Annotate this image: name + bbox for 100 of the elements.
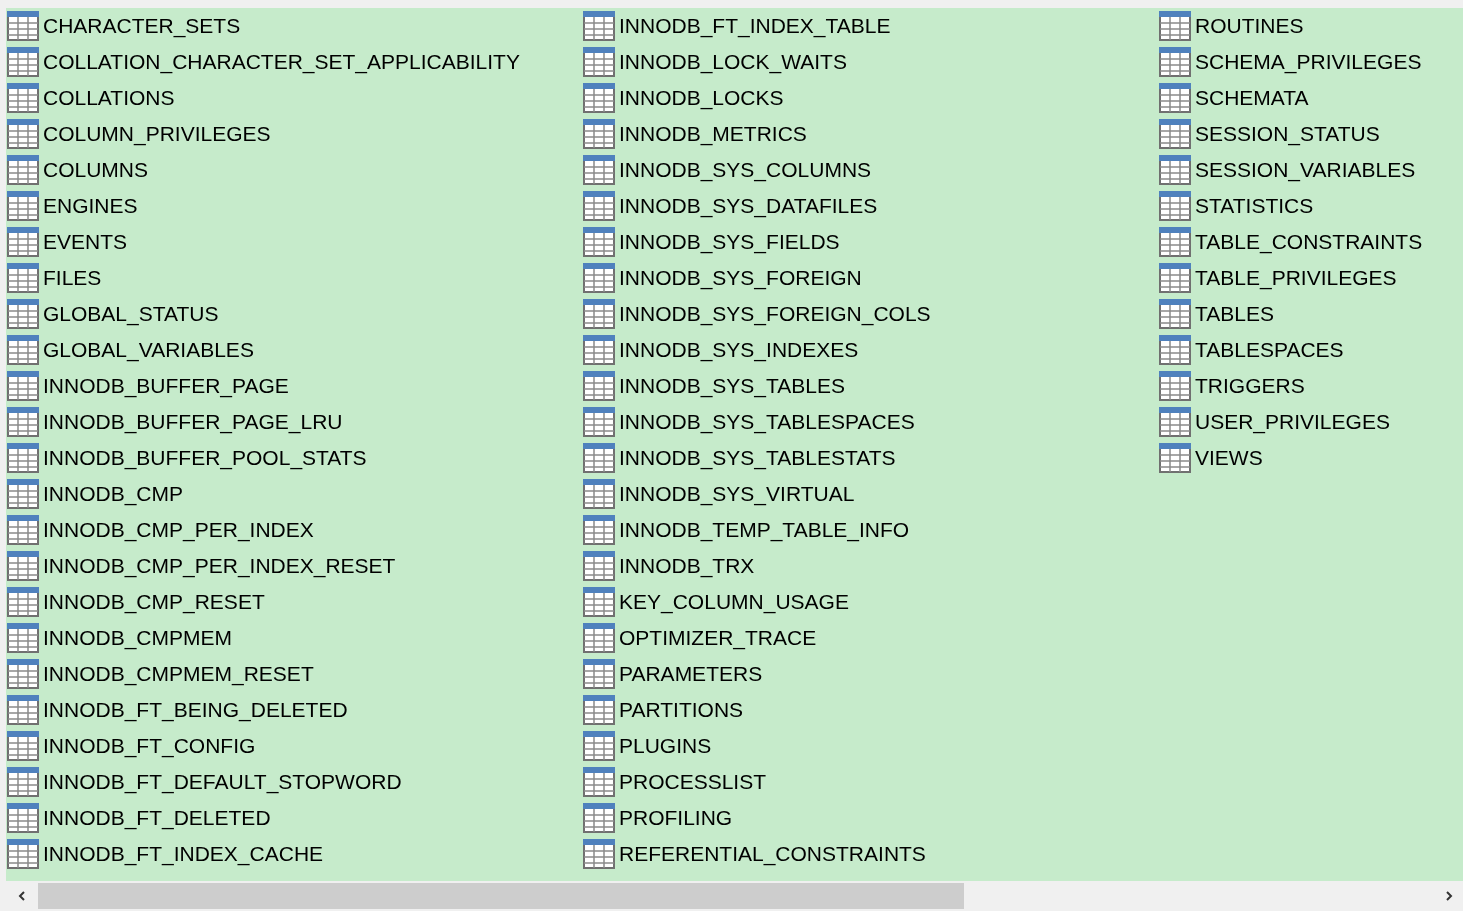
table-icon [583, 227, 615, 257]
table-name[interactable]: INNODB_CMPMEM [43, 626, 232, 650]
table-name[interactable]: FILES [43, 266, 102, 290]
table-icon [583, 155, 615, 185]
table-icon [583, 299, 615, 329]
table-icon [7, 695, 39, 725]
table-name[interactable]: SCHEMA_PRIVILEGES [1195, 50, 1422, 74]
table-name[interactable]: STATISTICS [1195, 194, 1314, 218]
table-icon [7, 83, 39, 113]
table-name[interactable]: SESSION_STATUS [1195, 122, 1380, 146]
table-name[interactable]: PARAMETERS [619, 662, 763, 686]
table-name[interactable]: PROCESSLIST [619, 770, 767, 794]
table-icon [583, 371, 615, 401]
table-name[interactable]: ENGINES [43, 194, 138, 218]
table-name[interactable]: INNODB_SYS_FOREIGN_COLS [619, 302, 931, 326]
table-name[interactable]: INNODB_TEMP_TABLE_INFO [619, 518, 910, 542]
table-name[interactable]: INNODB_FT_INDEX_TABLE [619, 14, 891, 38]
table-icon [583, 839, 615, 869]
table-icon [1159, 11, 1191, 41]
table-icon [7, 191, 39, 221]
table-name[interactable]: REFERENTIAL_CONSTRAINTS [619, 842, 926, 866]
table-name[interactable]: PLUGINS [619, 734, 712, 758]
table-icon [583, 695, 615, 725]
table-name[interactable]: OPTIMIZER_TRACE [619, 626, 817, 650]
table-icon [7, 299, 39, 329]
table-name[interactable]: INNODB_CMPMEM_RESET [43, 662, 314, 686]
table-icon [1159, 119, 1191, 149]
table-name[interactable]: INNODB_SYS_DATAFILES [619, 194, 878, 218]
scroll-right-icon[interactable] [1443, 890, 1455, 902]
table-name[interactable]: INNODB_FT_CONFIG [43, 734, 256, 758]
table-name[interactable]: COLUMN_PRIVILEGES [43, 122, 271, 146]
table-icon [583, 47, 615, 77]
table-name[interactable]: INNODB_SYS_COLUMNS [619, 158, 872, 182]
table-name[interactable]: INNODB_CMP_PER_INDEX [43, 518, 314, 542]
table-name[interactable]: INNODB_BUFFER_PAGE [43, 374, 289, 398]
table-name[interactable]: INNODB_SYS_INDEXES [619, 338, 859, 362]
table-name[interactable]: INNODB_SYS_VIRTUAL [619, 482, 855, 506]
table-name[interactable]: TRIGGERS [1195, 374, 1305, 398]
table-icon [7, 515, 39, 545]
table-icon [7, 443, 39, 473]
table-icon [1159, 263, 1191, 293]
table-name[interactable]: GLOBAL_VARIABLES [43, 338, 254, 362]
table-icon [1159, 335, 1191, 365]
table-name[interactable]: INNODB_METRICS [619, 122, 807, 146]
table-icon [583, 443, 615, 473]
table-name[interactable]: INNODB_FT_INDEX_CACHE [43, 842, 324, 866]
table-name[interactable]: INNODB_BUFFER_POOL_STATS [43, 446, 367, 470]
table-icon [1159, 191, 1191, 221]
table-name[interactable]: INNODB_SYS_TABLESPACES [619, 410, 915, 434]
table-name[interactable]: INNODB_SYS_FIELDS [619, 230, 840, 254]
table-icon [583, 551, 615, 581]
table-name[interactable]: COLUMNS [43, 158, 148, 182]
table-name[interactable]: EVENTS [43, 230, 128, 254]
table-icon [583, 587, 615, 617]
table-name[interactable]: KEY_COLUMN_USAGE [619, 590, 849, 614]
table-icon [583, 119, 615, 149]
scrollbar-thumb[interactable] [38, 883, 964, 909]
table-icon [1159, 443, 1191, 473]
table-icon [583, 191, 615, 221]
table-icon [7, 263, 39, 293]
table-name[interactable]: INNODB_FT_BEING_DELETED [43, 698, 348, 722]
table-icon [7, 227, 39, 257]
table-icon [7, 155, 39, 185]
table-icon [7, 47, 39, 77]
table-name[interactable]: INNODB_SYS_FOREIGN [619, 266, 862, 290]
table-icon [583, 83, 615, 113]
table-name[interactable]: SCHEMATA [1195, 86, 1309, 110]
table-name[interactable]: PROFILING [619, 806, 733, 830]
table-icon [583, 731, 615, 761]
table-name[interactable]: TABLES [1195, 302, 1274, 326]
table-name[interactable]: COLLATION_CHARACTER_SET_APPLICABILITY [43, 50, 520, 74]
table-name[interactable]: TABLE_CONSTRAINTS [1195, 230, 1423, 254]
table-name[interactable]: SESSION_VARIABLES [1195, 158, 1416, 182]
table-name[interactable]: INNODB_SYS_TABLESTATS [619, 446, 896, 470]
table-name[interactable]: INNODB_BUFFER_PAGE_LRU [43, 410, 343, 434]
table-icon [7, 731, 39, 761]
table-icon [7, 803, 39, 833]
table-name[interactable]: INNODB_CMP_RESET [43, 590, 265, 614]
table-name[interactable]: INNODB_FT_DEFAULT_STOPWORD [43, 770, 402, 794]
table-name[interactable]: USER_PRIVILEGES [1195, 410, 1390, 434]
table-name[interactable]: INNODB_CMP_PER_INDEX_RESET [43, 554, 396, 578]
table-name[interactable]: TABLE_PRIVILEGES [1195, 266, 1397, 290]
scroll-left-icon[interactable] [16, 890, 28, 902]
table-name[interactable]: INNODB_TRX [619, 554, 755, 578]
table-name[interactable]: INNODB_CMP [43, 482, 184, 506]
table-icon [7, 371, 39, 401]
table-icon [1159, 227, 1191, 257]
table-name[interactable]: INNODB_LOCKS [619, 86, 784, 110]
table-icon [583, 767, 615, 797]
table-icon [583, 515, 615, 545]
table-name[interactable]: PARTITIONS [619, 698, 744, 722]
table-name[interactable]: GLOBAL_STATUS [43, 302, 219, 326]
table-name[interactable]: TABLESPACES [1195, 338, 1344, 362]
table-name[interactable]: CHARACTER_SETS [43, 14, 241, 38]
table-name[interactable]: VIEWS [1195, 446, 1263, 470]
table-name[interactable]: ROUTINES [1195, 14, 1304, 38]
table-name[interactable]: INNODB_LOCK_WAITS [619, 50, 847, 74]
table-name[interactable]: COLLATIONS [43, 86, 175, 110]
table-name[interactable]: INNODB_FT_DELETED [43, 806, 271, 830]
table-name[interactable]: INNODB_SYS_TABLES [619, 374, 846, 398]
